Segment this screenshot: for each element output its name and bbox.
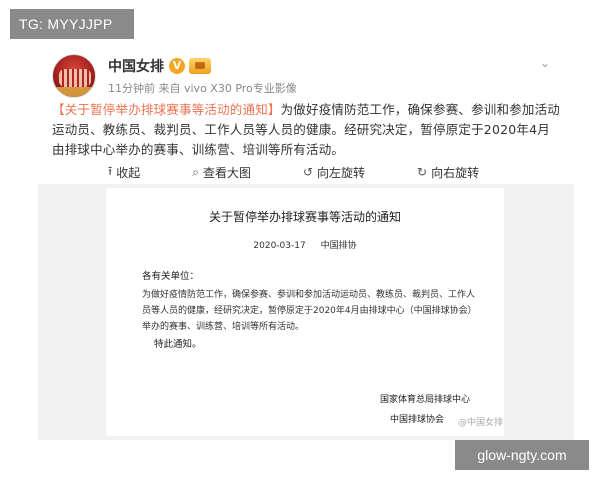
- site-watermark-badge: glow-ngty.com: [455, 440, 589, 470]
- document-signature-2: 中国排球协会: [389, 415, 444, 425]
- document-signature-1: 国家体育总局排球中心: [379, 395, 470, 405]
- expanded-image-area[interactable]: 关于暂停举办排球赛事等活动的通知 2020-03-17 中国排协 各有关单位： …: [38, 184, 574, 440]
- vip-crown-icon: [189, 58, 211, 74]
- rotate-right-button[interactable]: ↻ 向右旋转: [417, 164, 479, 181]
- chevron-down-icon[interactable]: ⌄: [540, 57, 556, 69]
- rotate-right-label: 向右旋转: [431, 165, 480, 180]
- verified-v-icon: V: [169, 58, 185, 74]
- post-meta: 11分钟前 来自 vivo X30 Pro专业影像: [108, 82, 297, 95]
- document-body: 为做好疫情防范工作，确保参赛、参训和参加活动运动员、教练员、裁判员、工作人员等人…: [142, 290, 477, 332]
- author-row: 中国女排 V: [108, 56, 211, 76]
- rotate-right-icon: ↻: [417, 165, 428, 179]
- rotate-left-button[interactable]: ↺ 向左旋转: [303, 164, 365, 181]
- author-name[interactable]: 中国女排: [108, 56, 164, 76]
- document-closing: 特此通知。: [154, 339, 202, 350]
- view-large-button[interactable]: ⌕ 查看大图: [192, 164, 251, 181]
- document-source: 中国排协: [320, 241, 357, 251]
- post-topic-link[interactable]: 【关于暂停举办排球赛事等活动的通知】: [52, 102, 281, 117]
- image-watermark: @中国女排: [458, 418, 504, 428]
- rotate-left-label: 向左旋转: [317, 165, 366, 180]
- tg-watermark-badge: TG: MYYJJPP: [10, 9, 134, 39]
- collapse-button[interactable]: ⭱ 收起: [108, 162, 140, 183]
- avatar[interactable]: [52, 54, 96, 98]
- notice-document-image: 关于暂停举办排球赛事等活动的通知 2020-03-17 中国排协 各有关单位： …: [106, 188, 504, 436]
- document-title: 关于暂停举办排球赛事等活动的通知: [208, 210, 401, 224]
- magnifier-icon: ⌕: [192, 164, 199, 179]
- rotate-left-icon: ↺: [302, 165, 314, 179]
- image-toolbar: ⭱ 收起 ⌕ 查看大图 ↺ 向左旋转 ↻ 向右旋转: [52, 160, 562, 184]
- document-date-line: 2020-03-17 中国排协: [106, 238, 504, 251]
- collapse-arrow-icon: ⭱: [108, 163, 113, 178]
- collapse-label: 收起: [116, 165, 141, 180]
- post-text: 【关于暂停举办排球赛事等活动的通知】为做好疫情防范工作，确保参赛、参训和参加活动…: [52, 100, 562, 160]
- document-greeting: 各有关单位：: [142, 271, 200, 282]
- document-date: 2020-03-17: [253, 241, 306, 251]
- weibo-post-card: 中国女排 V 11分钟前 来自 vivo X30 Pro专业影像 ⌄ 【关于暂停…: [38, 44, 574, 444]
- view-large-label: 查看大图: [202, 165, 251, 180]
- post-header: 中国女排 V 11分钟前 来自 vivo X30 Pro专业影像 ⌄: [52, 54, 562, 100]
